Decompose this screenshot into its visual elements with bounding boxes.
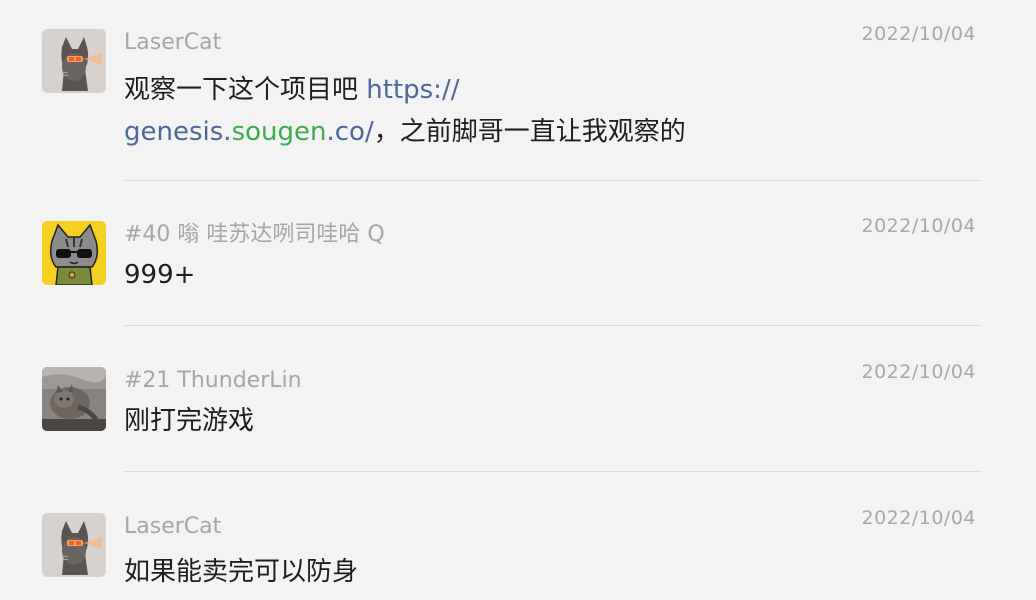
- sender-name[interactable]: LaserCat: [124, 514, 221, 540]
- message-date: 2022/10/04: [861, 361, 976, 383]
- message-date: 2022/10/04: [861, 215, 976, 237]
- message-text-part: ，之前脚哥一直让我观察的: [373, 117, 686, 147]
- message-text: 观察一下这个项目吧 https:// genesis.sougen.co/，之前…: [124, 69, 724, 153]
- message-link-highlight[interactable]: sougen: [232, 117, 327, 147]
- message-link-part[interactable]: .co/: [326, 117, 373, 147]
- message-link-part[interactable]: https://: [366, 75, 459, 105]
- avatar-laser-cat[interactable]: [42, 513, 106, 577]
- cat-photo-avatar-icon: [42, 367, 106, 431]
- sunglasses-cat-avatar-icon: [42, 221, 106, 285]
- message-text: 刚打完游戏: [124, 406, 255, 436]
- message-date: 2022/10/04: [861, 507, 976, 529]
- sender-name[interactable]: LaserCat: [124, 30, 221, 56]
- message-link-part[interactable]: genesis.: [124, 117, 232, 147]
- message-text: 如果能卖完可以防身: [124, 557, 359, 587]
- sender-name[interactable]: #40 嗡 哇苏达咧司哇哈 Q: [124, 222, 385, 248]
- message-text-part: 观察一下这个项目吧: [124, 75, 367, 105]
- laser-cat-avatar-icon: [42, 513, 106, 577]
- message-text: 999+: [124, 260, 196, 290]
- avatar-laser-cat[interactable]: [42, 29, 106, 93]
- sender-name[interactable]: #21 ThunderLin: [124, 368, 302, 394]
- message-divider: [124, 471, 982, 472]
- avatar-sunglasses-cat[interactable]: [42, 221, 106, 285]
- avatar-cat-photo[interactable]: [42, 367, 106, 431]
- laser-cat-avatar-icon: [42, 29, 106, 93]
- message-divider: [124, 180, 982, 181]
- message-date: 2022/10/04: [861, 23, 976, 45]
- message-divider: [124, 325, 982, 326]
